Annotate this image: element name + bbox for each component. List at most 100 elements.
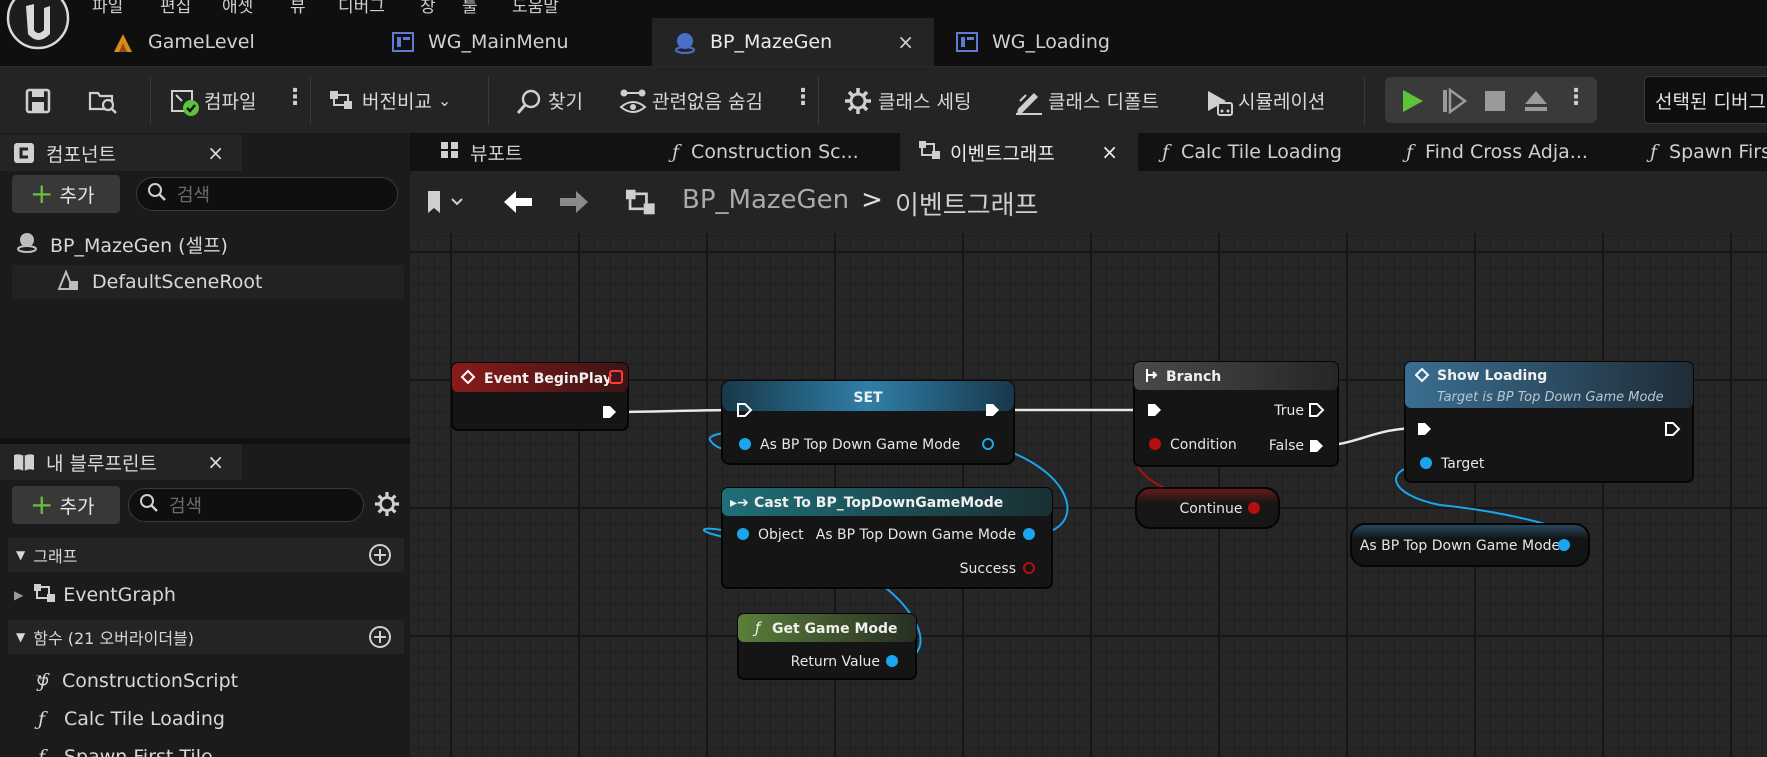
graph-item-eventgraph[interactable]: ▶ EventGraph — [14, 578, 394, 612]
node-title: Branch — [1166, 369, 1221, 385]
class-settings-button[interactable]: 클래스 세팅 — [844, 67, 971, 134]
add-function-icon[interactable] — [368, 625, 392, 653]
collapse-arrow-icon: ▼ — [16, 548, 26, 562]
doc-tab-label: GameLevel — [148, 31, 255, 53]
component-item-self[interactable]: BP_MazeGen (셀프) — [16, 229, 396, 259]
tab-event-graph[interactable]: 이벤트그래프 × — [900, 133, 1138, 171]
my-blueprint-panel-tab[interactable]: 내 블루프린트 × — [0, 444, 242, 480]
object-in-pin[interactable] — [737, 528, 749, 540]
object-out-pin[interactable] — [1023, 528, 1035, 540]
node-branch[interactable]: Branch True Condition False — [1133, 361, 1339, 467]
back-arrow-icon[interactable] — [502, 189, 534, 219]
bookmark-icon[interactable] — [426, 189, 466, 219]
simulation-button[interactable]: 시뮬레이션 — [1204, 67, 1325, 134]
tab-spawn-first-tile[interactable]: ƒ Spawn Firs — [1632, 133, 1767, 171]
object-in-pin[interactable] — [739, 438, 751, 450]
object-out-pin[interactable] — [886, 655, 898, 667]
tab-viewport[interactable]: 뷰포트 — [422, 133, 654, 171]
menu-file[interactable]: 파일 — [92, 0, 123, 17]
close-icon[interactable]: × — [1101, 140, 1118, 164]
search-icon — [139, 493, 159, 518]
close-icon[interactable]: × — [897, 30, 914, 54]
play-icon[interactable] — [1399, 88, 1425, 118]
menu-asset[interactable]: 애셋 — [222, 0, 253, 17]
node-get-game-mode[interactable]: ƒ Get Game Mode Return Value — [737, 613, 917, 680]
pin-label: True — [1273, 403, 1304, 419]
graphs-section-header[interactable]: ▼ 그래프 — [8, 538, 404, 572]
pin-label: Return Value — [791, 654, 880, 670]
gear-icon[interactable] — [374, 491, 400, 521]
doc-tab-wg-loading[interactable]: WG_Loading — [934, 18, 1216, 66]
menu-view[interactable]: 뷰 — [290, 0, 306, 17]
menu-tools[interactable]: 툴 — [462, 0, 478, 17]
compile-options-icon[interactable]: ⋮ — [284, 85, 306, 110]
search-icon — [147, 182, 167, 207]
doc-tab-gamelevel[interactable]: GameLevel — [90, 18, 370, 66]
gear-icon — [844, 87, 872, 115]
function-label: Calc Tile Loading — [64, 708, 225, 730]
doc-tab-bp-mazegen[interactable]: BP_MazeGen × — [652, 18, 934, 66]
menu-edit[interactable]: 편집 — [160, 0, 191, 17]
diff-button[interactable]: 버전비교 ⌄ — [328, 67, 451, 134]
eject-icon[interactable] — [1523, 88, 1549, 118]
functions-section-header[interactable]: ▼ 함수 (21 오버라이더블) — [8, 620, 404, 654]
forward-arrow-icon[interactable] — [558, 189, 590, 219]
toolbar-separator — [818, 77, 819, 125]
bool-out-pin[interactable] — [1248, 502, 1260, 514]
function-item-constructionscript[interactable]: ↻ƒ ConstructionScript — [34, 665, 394, 697]
blueprint-search-input[interactable]: 검색 — [128, 488, 364, 522]
component-label: BP_MazeGen (셀프) — [50, 234, 228, 257]
components-panel-tab[interactable]: 컴포넌트 × — [0, 135, 242, 171]
tab-find-cross-adjacent[interactable]: ƒ Find Cross Adja... — [1388, 133, 1622, 171]
close-icon[interactable]: × — [207, 450, 224, 474]
title-bar: 파일 편집 애셋 뷰 디버그 창 툴 도움말 GameLevel WG_Main… — [0, 0, 1767, 66]
debug-object-select[interactable]: 선택된 디버그 — [1644, 76, 1767, 124]
node-cast-to-bp-topdowngamemode[interactable]: ▸➔ Cast To BP_TopDownGameMode Object As … — [721, 487, 1053, 589]
add-component-button[interactable]: + 추가 — [12, 175, 120, 213]
doc-tab-wg-mainmenu[interactable]: WG_MainMenu — [370, 18, 652, 66]
tab-construction-script[interactable]: ƒ Construction Sc... — [654, 133, 886, 171]
object-out-pin[interactable] — [1558, 539, 1570, 551]
components-icon — [12, 141, 36, 165]
play-options-icon[interactable]: ⋮ — [1565, 85, 1587, 110]
unreal-logo-icon[interactable] — [4, 0, 76, 50]
toolbar: 컴파일 ⋮ 버전비교 ⌄ 찾기 관련없음 숨김 ⋮ 클래스 세팅 클래스 디폴트… — [0, 66, 1767, 133]
function-item-spawn-first-tile[interactable]: ƒ Spawn First Tile — [38, 741, 398, 757]
function-icon: ƒ — [38, 746, 46, 757]
save-button[interactable] — [24, 67, 58, 134]
graph-breadcrumb-bar: BP_MazeGen > 이벤트그래프 — [410, 171, 1767, 233]
bool-in-pin[interactable] — [1149, 438, 1161, 450]
step-icon[interactable] — [1441, 87, 1468, 118]
node-set[interactable]: SET As BP Top Down Game Mode — [721, 380, 1015, 465]
find-button[interactable]: 찾기 — [514, 67, 583, 134]
function-item-calc-tile-loading[interactable]: ƒ Calc Tile Loading — [38, 703, 398, 735]
hide-unrelated-button[interactable]: 관련없음 숨김 — [618, 67, 763, 134]
menu-help[interactable]: 도움말 — [512, 0, 559, 17]
pin-label: False — [1269, 438, 1304, 454]
toolbar-separator — [150, 77, 151, 125]
components-search-input[interactable]: 검색 — [136, 177, 398, 211]
component-item-defaultsceneroot[interactable]: DefaultSceneRoot — [12, 265, 404, 299]
menu-debug[interactable]: 디버그 — [338, 0, 385, 17]
compile-button[interactable]: 컴파일 — [170, 67, 256, 134]
section-label: 그래프 — [33, 547, 78, 566]
stop-icon[interactable] — [1483, 89, 1507, 117]
object-in-pin[interactable] — [1420, 457, 1432, 469]
browse-button[interactable] — [88, 67, 122, 134]
tab-calc-tile-loading[interactable]: ƒ Calc Tile Loading — [1144, 133, 1378, 171]
class-defaults-button[interactable]: 클래스 디폴트 — [1014, 67, 1159, 134]
add-graph-icon[interactable] — [368, 543, 392, 571]
simulation-icon — [1204, 87, 1233, 116]
graph-canvas[interactable]: Event BeginPlay SET As BP Top Down Game … — [410, 233, 1767, 757]
close-icon[interactable]: × — [207, 141, 224, 165]
node-game-mode-variable[interactable]: As BP Top Down Game Mode — [1350, 523, 1590, 567]
pin-label: Success — [960, 561, 1016, 577]
more-options-icon[interactable]: ⋮ — [792, 85, 814, 110]
breadcrumb-root[interactable]: BP_MazeGen — [682, 185, 849, 222]
add-member-button[interactable]: + 추가 — [12, 486, 120, 524]
menu-window[interactable]: 창 — [420, 0, 436, 17]
node-continue-variable[interactable]: Continue — [1135, 487, 1280, 529]
node-event-beginplay[interactable]: Event BeginPlay — [451, 362, 629, 431]
plus-icon: + — [30, 177, 54, 210]
node-show-loading[interactable]: Show Loading Target is BP Top Down Game … — [1404, 361, 1694, 483]
